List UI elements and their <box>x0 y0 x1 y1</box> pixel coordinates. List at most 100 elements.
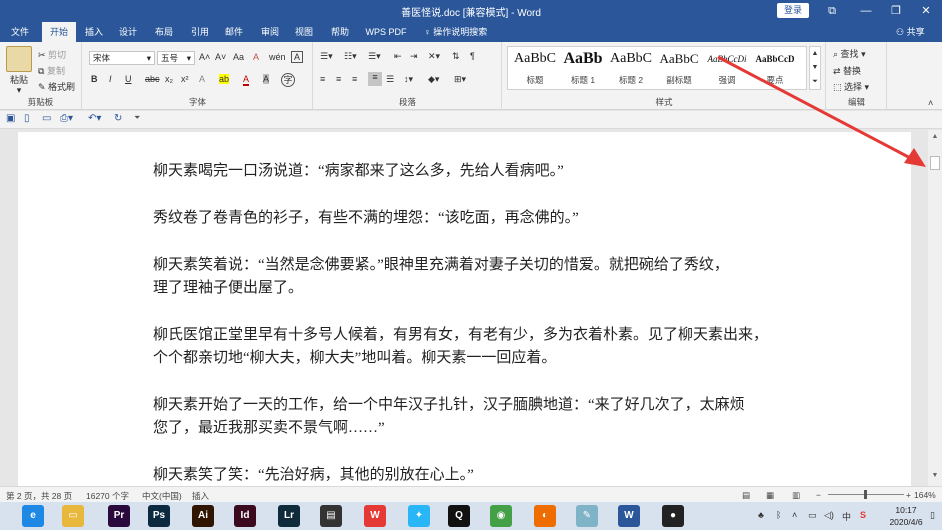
character-border-button[interactable]: A <box>291 51 303 63</box>
sogou-icon[interactable]: S <box>860 510 866 520</box>
style-subtitle[interactable]: AaBbC 副标题 <box>655 48 703 92</box>
zoom-in-icon[interactable]: + <box>906 490 911 500</box>
show-marks-icon[interactable]: ¶ <box>470 51 475 61</box>
increase-indent-icon[interactable]: ⇥ <box>410 51 418 62</box>
scroll-thumb[interactable] <box>930 156 940 170</box>
find-button[interactable]: ⌕ 查找 ▾ <box>833 47 866 60</box>
align-right-icon[interactable]: ≡ <box>352 74 357 84</box>
taskbar-explorer-icon[interactable]: ▭ <box>62 505 84 527</box>
chinese-layout-icon[interactable]: ✕▾ <box>428 51 440 62</box>
select-button[interactable]: ⬚ 选择 ▾ <box>833 80 869 93</box>
taskbar-avatar-icon[interactable]: ● <box>662 505 684 527</box>
new-document-icon[interactable]: ▯ <box>24 113 30 124</box>
phonetic-guide-button[interactable]: wén <box>269 52 286 62</box>
save-icon[interactable]: ▣ <box>6 113 15 124</box>
tab-references[interactable]: 引用 <box>186 22 214 42</box>
scroll-up-icon[interactable]: ▲ <box>928 133 942 140</box>
align-left-icon[interactable]: ≡ <box>320 74 325 84</box>
multilevel-list-icon[interactable]: ☰▾ <box>368 51 381 62</box>
borders-icon[interactable]: ⊞▾ <box>454 74 466 85</box>
font-family-select[interactable]: 宋体 ▾ <box>89 51 155 65</box>
underline-button[interactable]: U <box>125 74 132 84</box>
tab-mailings[interactable]: 邮件 <box>220 22 248 42</box>
vertical-scrollbar[interactable]: ▲ ▼ <box>928 130 942 486</box>
character-shading-button[interactable]: A <box>263 74 270 84</box>
tab-review[interactable]: 审阅 <box>256 22 284 42</box>
volume-icon[interactable]: ◁) <box>824 510 834 521</box>
close-button[interactable]: ✕ <box>910 0 942 22</box>
maximize-button[interactable]: ❐ <box>880 0 912 22</box>
shading-icon[interactable]: ◆▾ <box>428 74 439 85</box>
sort-icon[interactable]: ⇅ <box>452 51 460 62</box>
qq-tray-icon[interactable]: ♣ <box>758 510 764 520</box>
bullets-icon[interactable]: ☰▾ <box>320 51 333 62</box>
style-strong[interactable]: AaBbCcD 要点 <box>751 48 799 92</box>
zoom-slider-thumb[interactable] <box>864 490 867 499</box>
decrease-indent-icon[interactable]: ⇤ <box>394 51 402 62</box>
line-spacing-icon[interactable]: ↕▾ <box>404 74 413 85</box>
cut-button[interactable]: ✂ 剪切 <box>38 48 66 61</box>
superscript-button[interactable]: x² <box>181 74 189 84</box>
taskbar-notes-icon[interactable]: ✎ <box>576 505 598 527</box>
customize-qat-icon[interactable]: ⏷ <box>134 113 140 123</box>
taskbar-chrome-icon[interactable]: ◉ <box>490 505 512 527</box>
battery-icon[interactable]: ▭ <box>808 510 817 521</box>
taskbar-qq-icon[interactable]: Q <box>448 505 470 527</box>
highlight-button[interactable]: ab <box>219 74 230 84</box>
taskbar-browser-icon[interactable]: e <box>22 505 44 527</box>
styles-scroll-icon[interactable]: ▲ ▼ ⏷ <box>809 46 821 90</box>
style-emphasis[interactable]: AaBbCcDi 强调 <box>703 48 751 92</box>
tab-insert[interactable]: 插入 <box>80 22 108 42</box>
login-button[interactable]: 登录 <box>777 3 809 18</box>
taskbar-indesign-icon[interactable]: Id <box>234 505 256 527</box>
taskbar-lightroom-icon[interactable]: Lr <box>278 505 300 527</box>
tab-layout[interactable]: 布局 <box>150 22 178 42</box>
print-layout-icon[interactable]: ▦ <box>766 490 774 501</box>
input-method-icon[interactable]: 中 <box>842 510 851 523</box>
minimize-button[interactable]: — <box>850 0 882 22</box>
style-heading1[interactable]: AaBb 标题 1 <box>559 48 607 92</box>
tab-home[interactable]: 开始 <box>42 22 76 42</box>
undo-icon[interactable]: ↶▾ <box>88 113 101 124</box>
justify-icon[interactable]: ≡ <box>368 72 382 86</box>
paste-dropdown-icon[interactable]: ▾ <box>4 85 34 96</box>
collapse-ribbon-icon[interactable]: ˄ <box>928 98 933 108</box>
word-count[interactable]: 16270 个字 <box>86 490 129 502</box>
paste-icon[interactable] <box>6 46 32 72</box>
zoom-level[interactable]: 164% <box>914 490 936 500</box>
read-mode-icon[interactable]: ▤ <box>742 490 750 501</box>
numbering-icon[interactable]: ☷▾ <box>344 51 357 62</box>
strikethrough-button[interactable]: abc <box>145 74 160 84</box>
tab-wps-pdf[interactable]: WPS PDF <box>362 22 410 42</box>
tell-me-search[interactable]: ♀ 操作说明搜索 <box>424 22 487 42</box>
font-size-select[interactable]: 五号 ▾ <box>157 51 195 65</box>
tab-view[interactable]: 视图 <box>290 22 318 42</box>
format-painter-button[interactable]: ✎ 格式刷 <box>38 80 75 93</box>
scroll-down-icon[interactable]: ▼ <box>928 472 942 479</box>
taskbar-video-icon[interactable]: ▤ <box>320 505 342 527</box>
clear-format-button[interactable]: A <box>253 52 259 62</box>
taskbar-illustrator-icon[interactable]: Ai <box>192 505 214 527</box>
taskbar-premiere-icon[interactable]: Pr <box>108 505 130 527</box>
distributed-icon[interactable]: ☰ <box>386 74 394 85</box>
text-effects-button[interactable]: A <box>199 74 205 84</box>
taskbar-word-icon[interactable]: W <box>618 505 640 527</box>
insert-mode[interactable]: 插入 <box>192 490 209 502</box>
align-center-icon[interactable]: ≡ <box>336 74 341 84</box>
ribbon-display-icon[interactable]: ⧉ <box>816 0 848 22</box>
page-count[interactable]: 第 2 页，共 28 页 <box>6 490 72 502</box>
print-preview-icon[interactable]: ⎙▾ <box>60 113 73 124</box>
taskbar-firefox-icon[interactable]: ◐ <box>534 505 556 527</box>
font-color-button[interactable]: A <box>243 74 250 86</box>
language-indicator[interactable]: 中文(中国) <box>142 490 182 502</box>
taskbar-photoshop-icon[interactable]: Ps <box>148 505 170 527</box>
taskbar-bird-icon[interactable]: ✦ <box>408 505 430 527</box>
style-title[interactable]: AaBbC 标题 <box>511 48 559 92</box>
tab-design[interactable]: 设计 <box>114 22 142 42</box>
open-icon[interactable]: ▭ <box>42 113 51 124</box>
notification-icon[interactable]: ▯ <box>930 510 935 521</box>
italic-button[interactable]: I <box>109 74 112 84</box>
share-button[interactable]: ⚇ 共享 <box>896 22 925 42</box>
change-case-button[interactable]: Aa <box>233 52 244 62</box>
taskbar-wps-icon[interactable]: W <box>364 505 386 527</box>
